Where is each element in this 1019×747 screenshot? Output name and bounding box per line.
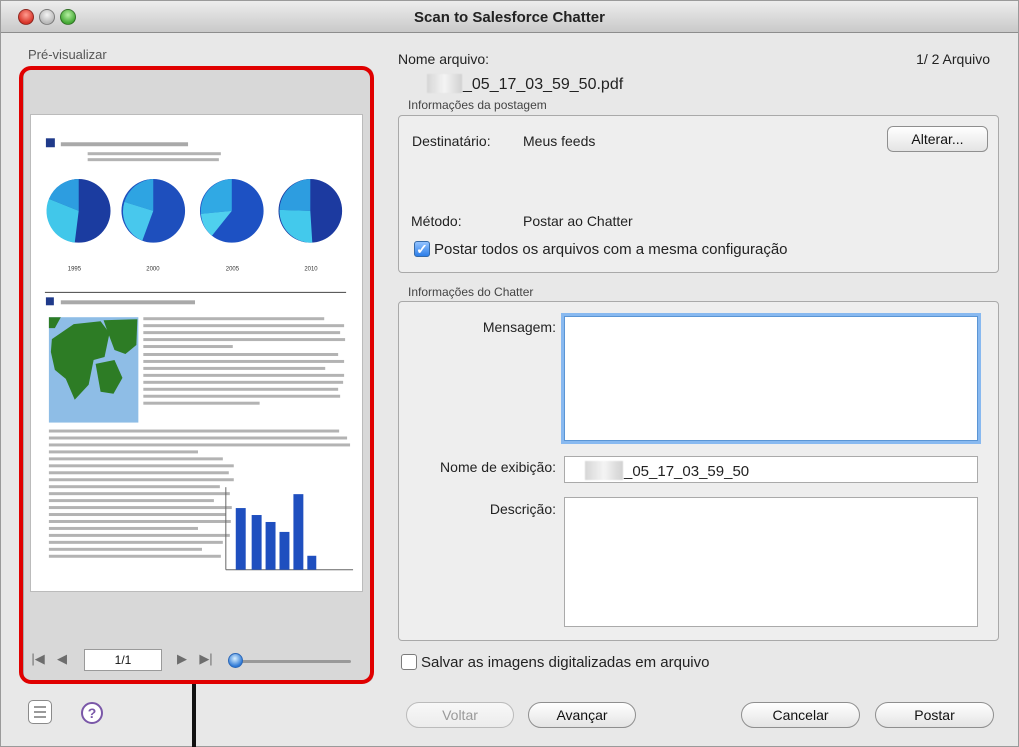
method-label: Método: xyxy=(411,213,462,229)
list-view-button[interactable] xyxy=(28,700,52,724)
cancel-button[interactable]: Cancelar xyxy=(741,702,860,728)
title-bar: Scan to Salesforce Chatter xyxy=(1,1,1018,33)
scan-to-salesforce-window: Scan to Salesforce Chatter Pré-visualiza… xyxy=(0,0,1019,747)
post-button[interactable]: Postar xyxy=(875,702,994,728)
recipient-label: Destinatário: xyxy=(412,133,491,149)
save-images-checkbox[interactable] xyxy=(401,654,417,670)
next-button[interactable]: Avançar xyxy=(528,702,636,728)
post-info-title: Informações da postagem xyxy=(408,98,547,112)
recipient-value: Meus feeds xyxy=(523,133,596,149)
page-indicator[interactable]: 1/1 xyxy=(84,649,162,671)
zoom-slider-knob[interactable] xyxy=(228,653,243,668)
zoom-slider[interactable] xyxy=(231,660,351,663)
same-settings-checkbox[interactable]: ✓ xyxy=(414,241,430,257)
question-icon[interactable]: ? xyxy=(81,702,103,724)
list-view-icon xyxy=(34,706,46,718)
preview-callout-line xyxy=(192,684,196,747)
next-page-icon[interactable]: ▶ xyxy=(172,649,192,669)
previous-page-icon[interactable]: ◀ xyxy=(52,649,72,669)
display-name-label: Nome de exibição: xyxy=(440,459,556,475)
message-input[interactable] xyxy=(564,316,978,441)
preview-title: Pré-visualizar xyxy=(28,47,107,62)
highlighted-preview-area xyxy=(19,66,374,684)
save-images-label: Salvar as imagens digitalizadas em arqui… xyxy=(421,654,710,671)
message-label: Mensagem: xyxy=(482,319,556,335)
back-button[interactable]: Voltar xyxy=(406,702,514,728)
preview-pager: |◀ ◀ 1/1 ▶ ▶| xyxy=(26,645,371,675)
file-name-value: _05_17_03_59_50.pdf xyxy=(463,76,624,93)
display-name-value: _05_17_03_59_50 xyxy=(624,463,750,480)
redacted-file-prefix xyxy=(427,74,462,93)
window-title: Scan to Salesforce Chatter xyxy=(414,9,605,26)
first-page-icon[interactable]: |◀ xyxy=(28,649,48,669)
display-name-input[interactable]: _05_17_03_59_50 xyxy=(564,456,978,483)
description-input[interactable] xyxy=(564,497,978,627)
change-recipient-button[interactable]: Alterar... xyxy=(887,126,988,152)
same-settings-label: Postar todos os arquivos com a mesma con… xyxy=(434,241,788,258)
method-value: Postar ao Chatter xyxy=(523,213,633,229)
file-count: 1/ 2 Arquivo xyxy=(916,51,990,67)
file-name-label: Nome arquivo: xyxy=(398,51,490,67)
last-page-icon[interactable]: ▶| xyxy=(196,649,216,669)
description-label: Descrição: xyxy=(489,501,556,517)
redacted-display-name-prefix xyxy=(585,461,623,480)
chatter-info-title: Informações do Chatter xyxy=(408,285,534,299)
